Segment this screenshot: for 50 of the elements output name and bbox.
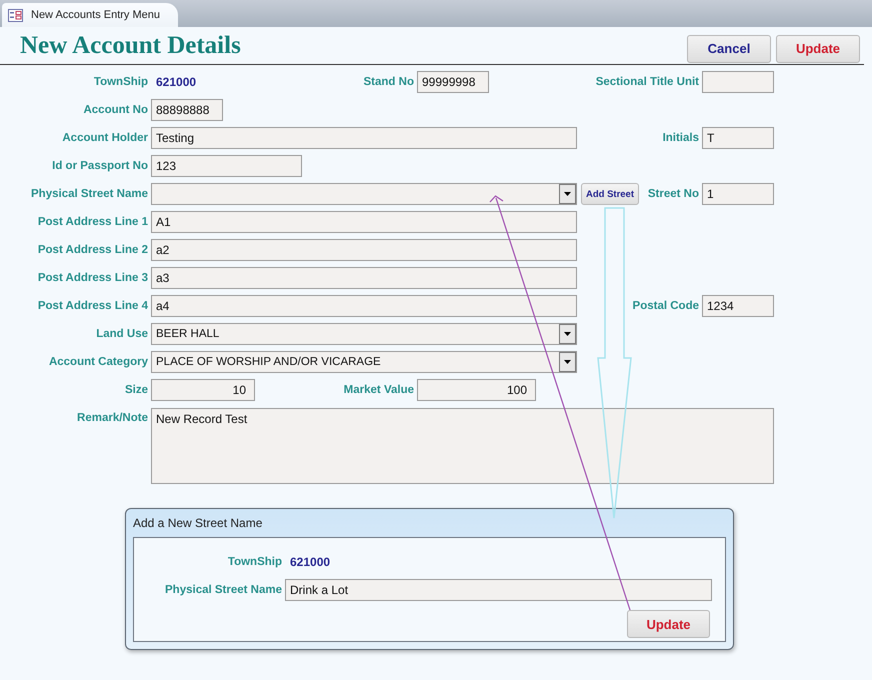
field-label: Post Address Line 1 — [36, 216, 148, 228]
form-tab[interactable]: New Accounts Entry Menu — [2, 3, 178, 27]
field-label: Size — [124, 384, 148, 396]
input-field[interactable]: a4 — [151, 295, 577, 317]
update-button[interactable]: Update — [776, 34, 860, 62]
input-field[interactable]: 1 — [702, 183, 774, 205]
input-field[interactable]: 123 — [151, 155, 302, 177]
input-field[interactable]: a3 — [151, 267, 577, 289]
field-label: Post Address Line 2 — [36, 244, 148, 256]
field-label: Physical Street Name — [164, 584, 282, 596]
dialog-title: Add a New Street Name — [133, 515, 264, 532]
form-title: New Account Details — [20, 32, 241, 60]
field-label: Id or Passport No — [51, 160, 148, 172]
field-label: Postal Code — [632, 300, 699, 312]
township-value: 621000 — [155, 75, 198, 89]
input-field[interactable]: a2 — [151, 239, 577, 261]
field-label: Initials — [662, 132, 699, 144]
field-label: Physical Street Name — [30, 188, 148, 200]
field-label: TownShip — [226, 556, 282, 568]
input-field[interactable]: Drink a Lot — [285, 579, 712, 601]
input-field[interactable]: 88898888 — [151, 99, 223, 121]
dropdown-field[interactable]: BEER HALL — [151, 323, 577, 345]
input-field[interactable]: T — [702, 127, 774, 149]
field-label: Account Category — [48, 356, 148, 368]
input-field[interactable]: A1 — [151, 211, 577, 233]
input-field[interactable] — [702, 71, 774, 93]
field-label: Account No — [82, 104, 148, 116]
field-label: Remark/Note — [76, 412, 148, 424]
field-label: Account Holder — [61, 132, 148, 144]
form-icon — [8, 8, 23, 22]
field-label: Sectional Title Unit — [594, 76, 699, 88]
dropdown-field[interactable] — [151, 183, 577, 205]
input-field[interactable]: 100 — [417, 379, 536, 401]
field-label: Post Address Line 4 — [36, 300, 148, 312]
remark-field[interactable]: New Record Test — [151, 408, 774, 484]
field-label: Land Use — [95, 328, 148, 340]
input-field[interactable]: 1234 — [702, 295, 774, 317]
input-field[interactable]: 99999998 — [417, 71, 489, 93]
township-value: 621000 — [289, 555, 332, 569]
field-label: TownShip — [92, 76, 148, 88]
field-label: Market Value — [342, 384, 414, 396]
add-street-button[interactable]: Add Street — [581, 183, 639, 205]
field-label: Stand No — [362, 76, 414, 88]
field-label: Post Address Line 3 — [36, 272, 148, 284]
update-button[interactable]: Update — [627, 610, 710, 638]
input-field[interactable]: Testing — [151, 127, 577, 149]
field-label: Street No — [646, 188, 699, 200]
cancel-button[interactable]: Cancel — [687, 34, 771, 62]
dropdown-field[interactable]: PLACE OF WORSHIP AND/OR VICARAGE — [151, 351, 577, 373]
input-field[interactable]: 10 — [151, 379, 255, 401]
